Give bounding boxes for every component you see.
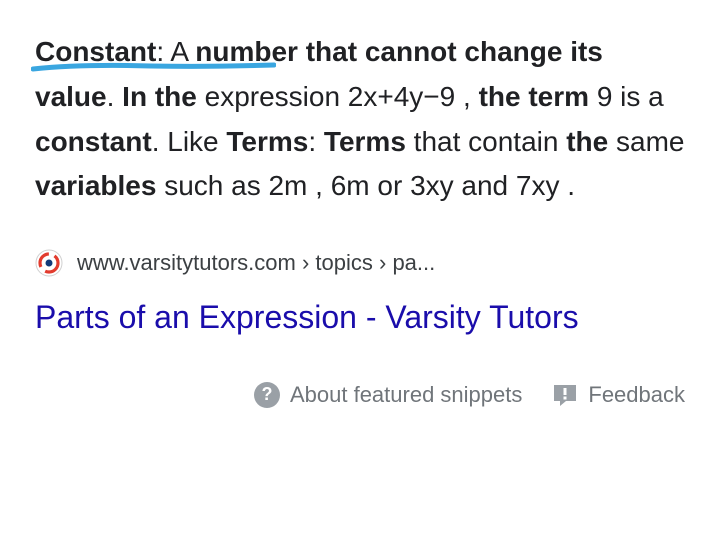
snippet-bold-terms: Terms <box>226 126 308 157</box>
snippet-bold-theterm: the term <box>479 81 589 112</box>
breadcrumb-path: topics <box>315 250 372 275</box>
breadcrumb-sep: › <box>296 250 316 275</box>
snippet-bold-inthe: In the <box>122 81 197 112</box>
featured-snippet-text: Constant: A number that cannot change it… <box>35 30 685 209</box>
feedback-icon <box>552 383 578 407</box>
breadcrumb-domain: www.varsitytutors.com <box>77 250 296 275</box>
snippet-text-seg: . <box>107 81 123 112</box>
about-snippets-label: About featured snippets <box>290 382 522 408</box>
snippet-bold-variables: variables <box>35 170 156 201</box>
breadcrumb-sep: › <box>373 250 393 275</box>
varsitytutors-favicon <box>35 249 63 277</box>
snippet-text-seg: : <box>308 126 324 157</box>
snippet-text-seg: same <box>608 126 684 157</box>
snippet-text-seg: . Like <box>152 126 227 157</box>
result-breadcrumb: www.varsitytutors.com › topics › pa... <box>77 250 435 276</box>
feedback-link[interactable]: Feedback <box>552 382 685 408</box>
breadcrumb-path-truncated: pa... <box>392 250 435 275</box>
feedback-label: Feedback <box>588 382 685 408</box>
snippet-bold-the2: the <box>566 126 608 157</box>
snippet-bold-constant: Constant <box>35 36 156 67</box>
about-snippets-link[interactable]: ? About featured snippets <box>254 382 522 408</box>
snippet-footer: ? About featured snippets Feedback <box>35 382 685 408</box>
result-source-row[interactable]: www.varsitytutors.com › topics › pa... <box>35 249 685 277</box>
snippet-text-seg: expression 2x+4y−9 , <box>197 81 479 112</box>
help-icon: ? <box>254 382 280 408</box>
snippet-bold-constant2: constant <box>35 126 152 157</box>
snippet-text-seg: 9 is a <box>589 81 664 112</box>
result-title-link[interactable]: Parts of an Expression - Varsity Tutors <box>35 295 685 340</box>
snippet-bold-terms2: Terms <box>324 126 406 157</box>
snippet-text-seg: : A <box>156 36 195 67</box>
snippet-text-seg: such as 2m , 6m or 3xy and 7xy . <box>156 170 575 201</box>
snippet-text-seg: that contain <box>406 126 566 157</box>
snippet-bold-definition-start: number that <box>195 36 357 67</box>
user-annotation-wrap: Constant: A number that <box>35 36 365 67</box>
